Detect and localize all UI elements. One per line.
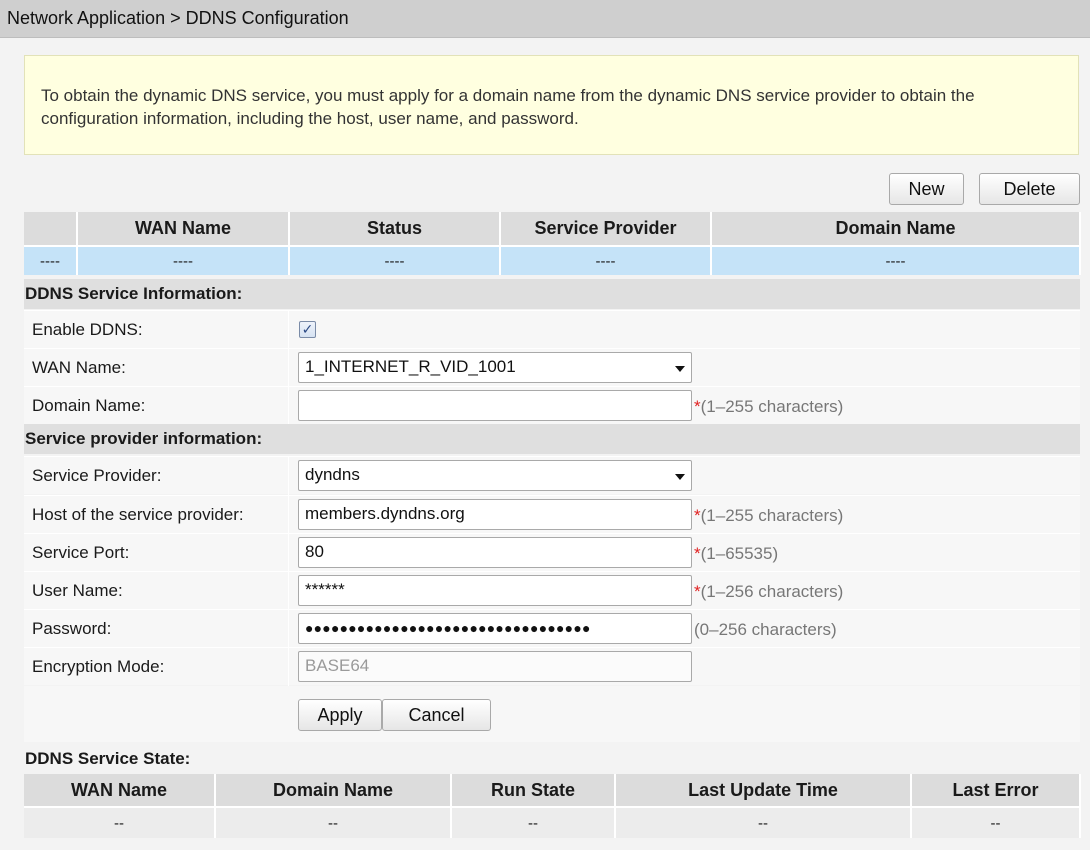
table-row: -- -- -- -- --	[24, 806, 1081, 838]
service-port-label: Service Port:	[24, 534, 289, 572]
breadcrumb: Network Application > DDNS Configuration	[0, 0, 1090, 38]
column-header-domain-name: Domain Name	[215, 774, 452, 807]
table-cell: ----	[289, 245, 501, 275]
wan-table-header: WAN Name Status Service Provider Domain …	[24, 212, 1081, 246]
table-row[interactable]: ---- ---- ---- ---- ----	[24, 245, 1081, 275]
column-header-wan-name: WAN Name	[77, 212, 290, 246]
user-name-label: User Name:	[24, 572, 289, 610]
domain-name-row: Domain Name: *(1–255 characters)	[24, 386, 1080, 425]
info-notice: To obtain the dynamic DNS service, you m…	[24, 55, 1079, 155]
wan-name-select[interactable]: 1_INTERNET_R_VID_1001	[298, 352, 692, 383]
table-cell: --	[24, 806, 216, 838]
table-cell: ----	[24, 245, 78, 275]
state-table: WAN Name Domain Name Run State Last Upda…	[24, 774, 1081, 838]
enable-ddns-row: Enable DDNS: ✓	[24, 310, 1080, 349]
encryption-mode-label: Encryption Mode:	[24, 648, 289, 686]
chevron-down-icon	[675, 366, 685, 372]
table-cell: --	[615, 806, 912, 838]
ddns-section-title: DDNS Service Information:	[24, 279, 1080, 309]
column-header-run-state: Run State	[451, 774, 616, 807]
column-header-wan-name: WAN Name	[24, 774, 216, 807]
service-port-row: Service Port: 80 *(1–65535)	[24, 533, 1080, 572]
state-section-title: DDNS Service State:	[25, 749, 191, 768]
new-button[interactable]: New	[889, 173, 964, 205]
table-cell: --	[215, 806, 452, 838]
table-cell: --	[911, 806, 1081, 838]
state-table-header: WAN Name Domain Name Run State Last Upda…	[24, 774, 1081, 807]
required-marker: *	[694, 397, 701, 416]
user-name-input[interactable]: ******	[298, 575, 692, 606]
chevron-down-icon	[675, 474, 685, 480]
domain-name-hint: *(1–255 characters)	[694, 397, 844, 416]
table-cell: --	[451, 806, 616, 838]
host-row: Host of the service provider: members.dy…	[24, 495, 1080, 534]
domain-name-label: Domain Name:	[24, 387, 289, 425]
wan-name-value: 1_INTERNET_R_VID_1001	[305, 357, 516, 376]
service-port-input[interactable]: 80	[298, 537, 692, 568]
enable-ddns-checkbox[interactable]: ✓	[299, 321, 316, 338]
column-header-last-update-time: Last Update Time	[615, 774, 912, 807]
service-provider-label: Service Provider:	[24, 457, 289, 495]
password-label: Password:	[24, 610, 289, 648]
password-row: Password: ●●●●●●●●●●●●●●●●●●●●●●●●●●●●●●…	[24, 609, 1080, 648]
column-header-domain-name: Domain Name	[711, 212, 1081, 246]
service-provider-row: Service Provider: dyndns	[24, 456, 1080, 495]
domain-name-input[interactable]	[298, 390, 692, 421]
service-provider-value: dyndns	[305, 465, 360, 484]
wan-name-row: WAN Name: 1_INTERNET_R_VID_1001	[24, 348, 1080, 387]
cancel-button[interactable]: Cancel	[382, 699, 491, 731]
column-header-service-provider: Service Provider	[500, 212, 712, 246]
host-hint: *(1–255 characters)	[694, 506, 844, 525]
encryption-mode-input: BASE64	[298, 651, 692, 682]
password-hint: (0–256 characters)	[694, 620, 837, 639]
host-input[interactable]: members.dyndns.org	[298, 499, 692, 530]
service-port-hint: *(1–65535)	[694, 544, 779, 563]
user-name-hint: *(1–256 characters)	[694, 582, 844, 601]
wan-table: WAN Name Status Service Provider Domain …	[24, 212, 1081, 275]
apply-button[interactable]: Apply	[298, 699, 382, 731]
column-header-last-error: Last Error	[911, 774, 1081, 807]
action-row: Apply Cancel	[24, 686, 1080, 742]
wan-name-label: WAN Name:	[24, 349, 289, 387]
column-header-select	[24, 212, 78, 246]
password-input[interactable]: ●●●●●●●●●●●●●●●●●●●●●●●●●●●●●●●●●	[298, 613, 692, 644]
enable-ddns-label: Enable DDNS:	[24, 311, 289, 349]
table-cell: ----	[77, 245, 290, 275]
host-label: Host of the service provider:	[24, 496, 289, 534]
column-header-status: Status	[289, 212, 501, 246]
encryption-mode-row: Encryption Mode: BASE64	[24, 647, 1080, 686]
provider-section-title: Service provider information:	[24, 424, 1080, 454]
user-name-row: User Name: ****** *(1–256 characters)	[24, 571, 1080, 610]
table-cell: ----	[711, 245, 1081, 275]
service-provider-select[interactable]: dyndns	[298, 460, 692, 491]
required-marker: *	[694, 544, 701, 563]
required-marker: *	[694, 506, 701, 525]
delete-button[interactable]: Delete	[979, 173, 1080, 205]
table-cell: ----	[500, 245, 712, 275]
required-marker: *	[694, 582, 701, 601]
